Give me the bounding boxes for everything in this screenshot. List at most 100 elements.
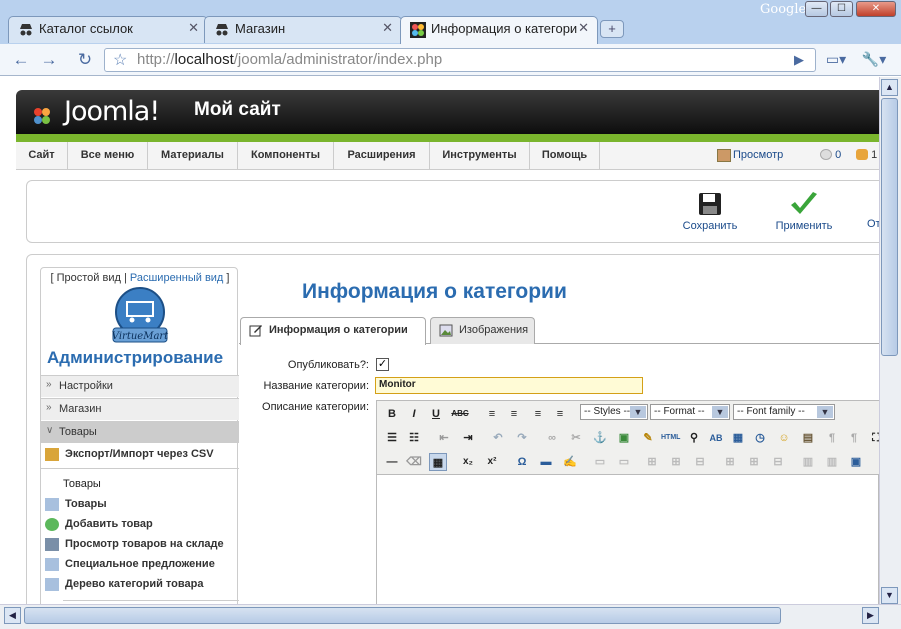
- align-justify-icon[interactable]: ≡: [551, 405, 569, 423]
- tab-category-info[interactable]: Информация о категории: [240, 317, 426, 345]
- media-icon[interactable]: ▤: [799, 429, 817, 447]
- indent-icon[interactable]: ⇥: [459, 429, 477, 447]
- menu-item-components[interactable]: Компоненты: [238, 142, 334, 170]
- address-bar[interactable]: ☆ http://localhost/joomla/administrator/…: [104, 48, 816, 72]
- subscript-icon[interactable]: x₂: [459, 453, 477, 471]
- find-icon[interactable]: ⚲: [685, 429, 703, 447]
- split-cells-icon[interactable]: ▥: [799, 453, 817, 471]
- unlink-icon[interactable]: ✂: [567, 429, 585, 447]
- styles-select[interactable]: -- Styles -- ▼: [580, 404, 648, 420]
- special-char-icon[interactable]: Ω: [513, 453, 531, 471]
- horizontal-scroll-thumb[interactable]: [24, 607, 781, 624]
- underline-icon[interactable]: U: [427, 405, 445, 423]
- bookmark-star-icon[interactable]: ☆: [113, 50, 127, 70]
- merge-cells-icon[interactable]: ▥: [823, 453, 841, 471]
- undo-icon[interactable]: ↶: [489, 429, 507, 447]
- sidebar-section-shop[interactable]: » Магазин: [41, 398, 239, 420]
- cancel-button[interactable]: От: [867, 218, 879, 230]
- horizontal-rule-icon[interactable]: —: [383, 453, 401, 471]
- reload-icon[interactable]: ↻: [72, 48, 98, 72]
- insert-image-icon[interactable]: ▣: [615, 429, 633, 447]
- sidebar-link-inventory[interactable]: Просмотр товаров на складе: [45, 538, 224, 551]
- sidebar-link-products[interactable]: Товары: [45, 498, 107, 511]
- visual-aid-icon[interactable]: ▣: [847, 453, 865, 471]
- advanced-view-link[interactable]: Расширенный вид: [130, 272, 223, 284]
- apply-button[interactable]: Применить: [769, 191, 839, 232]
- insert-col-after-icon[interactable]: ⊞: [745, 453, 763, 471]
- sidebar-link-export[interactable]: Экспорт/Импорт через CSV: [45, 448, 214, 461]
- browser-tab-catalog[interactable]: Каталог ссылок ✕: [8, 16, 208, 43]
- menu-item-content[interactable]: Материалы: [148, 142, 238, 170]
- scroll-left-icon[interactable]: ◀: [4, 607, 21, 624]
- format-select[interactable]: -- Format -- ▼: [650, 404, 730, 420]
- close-window-button[interactable]: ✕: [856, 1, 896, 17]
- delete-row-icon[interactable]: ⊟: [691, 453, 709, 471]
- scroll-up-icon[interactable]: ▲: [881, 79, 898, 96]
- bullet-list-icon[interactable]: ☰: [383, 429, 401, 447]
- published-checkbox[interactable]: ✓: [376, 358, 389, 371]
- minimize-button[interactable]: —: [805, 1, 828, 17]
- align-right-icon[interactable]: ≡: [529, 405, 547, 423]
- rtl-icon[interactable]: ¶: [845, 429, 863, 447]
- edit-css-icon[interactable]: ✍: [561, 453, 579, 471]
- table-icon[interactable]: ▦: [429, 453, 447, 471]
- delete-col-icon[interactable]: ⊟: [769, 453, 787, 471]
- insert-time-icon[interactable]: ◷: [751, 429, 769, 447]
- scroll-right-icon[interactable]: ▶: [862, 607, 879, 624]
- cleanup-icon[interactable]: ✎: [639, 429, 657, 447]
- row-props-icon[interactable]: ▭: [591, 453, 609, 471]
- numbered-list-icon[interactable]: ☷: [405, 429, 423, 447]
- page-menu-icon[interactable]: ▭▾: [820, 48, 852, 72]
- emoticon-icon[interactable]: ☺: [775, 429, 793, 447]
- strikethrough-icon[interactable]: ABC: [451, 405, 469, 423]
- align-left-icon[interactable]: ≡: [483, 405, 501, 423]
- tab-images[interactable]: Изображения: [430, 317, 535, 344]
- insert-layer-icon[interactable]: ▬: [537, 453, 555, 471]
- html-icon[interactable]: HTML: [661, 429, 680, 447]
- menu-item-tools[interactable]: Инструменты: [430, 142, 530, 170]
- align-center-icon[interactable]: ≡: [505, 405, 523, 423]
- menu-item-help[interactable]: Помощь: [530, 142, 600, 170]
- browser-tab-category[interactable]: Информация о категори ✕: [400, 16, 598, 44]
- outdent-icon[interactable]: ⇤: [435, 429, 453, 447]
- new-tab-button[interactable]: +: [600, 20, 624, 38]
- browser-tab-shop[interactable]: Магазин ✕: [204, 16, 402, 43]
- anchor-icon[interactable]: ⚓: [591, 429, 609, 447]
- italic-icon[interactable]: I: [405, 405, 423, 423]
- forward-icon[interactable]: →: [36, 48, 62, 72]
- insert-row-before-icon[interactable]: ⊞: [643, 453, 661, 471]
- menu-item-all-menus[interactable]: Все меню: [68, 142, 148, 170]
- sidebar-section-settings[interactable]: » Настройки: [41, 375, 239, 397]
- link-icon[interactable]: ∞: [543, 429, 561, 447]
- close-tab-icon[interactable]: ✕: [578, 20, 589, 36]
- users-count[interactable]: 1: [856, 149, 877, 161]
- wrench-menu-icon[interactable]: 🔧▾: [858, 48, 890, 72]
- remove-format-icon[interactable]: ⌫: [405, 453, 423, 471]
- sidebar-link-add-product[interactable]: Добавить товар: [45, 518, 153, 531]
- preview-link[interactable]: Просмотр: [717, 149, 783, 162]
- cell-props-icon[interactable]: ▭: [615, 453, 633, 471]
- close-tab-icon[interactable]: ✕: [382, 20, 393, 36]
- redo-icon[interactable]: ↷: [513, 429, 531, 447]
- messages-count[interactable]: 0: [820, 149, 841, 161]
- sidebar-link-special-offer[interactable]: Специальное предложение: [45, 558, 215, 571]
- superscript-icon[interactable]: x²: [483, 453, 501, 471]
- go-icon[interactable]: ▶: [786, 48, 812, 72]
- menu-item-extensions[interactable]: Расширения: [334, 142, 430, 170]
- sidebar-link-category-tree[interactable]: Дерево категорий товара: [45, 578, 203, 591]
- menu-item-site[interactable]: Сайт: [16, 142, 68, 170]
- insert-date-icon[interactable]: ▦: [729, 429, 747, 447]
- category-name-input[interactable]: Monitor: [375, 377, 643, 394]
- sidebar-section-products[interactable]: ∨ Товары: [41, 421, 239, 443]
- save-button[interactable]: Сохранить: [677, 191, 743, 232]
- scroll-down-icon[interactable]: ▼: [881, 587, 898, 604]
- insert-row-after-icon[interactable]: ⊞: [667, 453, 685, 471]
- find-replace-icon[interactable]: AB: [707, 429, 725, 447]
- back-icon[interactable]: ←: [8, 48, 34, 72]
- fullscreen-icon[interactable]: ⛶: [867, 429, 879, 447]
- insert-col-before-icon[interactable]: ⊞: [721, 453, 739, 471]
- ltr-icon[interactable]: ¶: [823, 429, 841, 447]
- close-tab-icon[interactable]: ✕: [188, 20, 199, 36]
- font-family-select[interactable]: -- Font family -- ▼: [733, 404, 835, 420]
- bold-icon[interactable]: B: [383, 405, 401, 423]
